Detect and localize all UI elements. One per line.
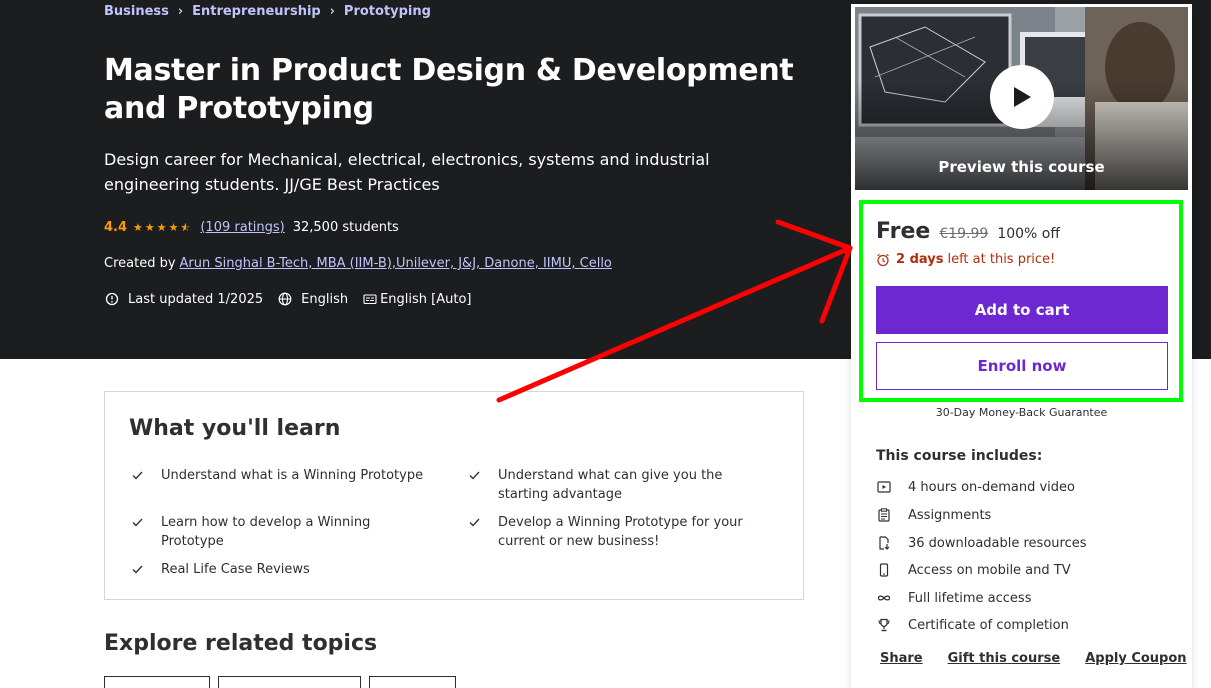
alert-badge-icon xyxy=(104,291,120,307)
check-icon xyxy=(466,466,482,485)
last-updated: Last updated 1/2025 xyxy=(128,291,264,307)
created-by: Created by Arun Singhal B-Tech, MBA (IIM-… xyxy=(104,256,612,271)
breadcrumb-business[interactable]: Business xyxy=(104,4,169,19)
course-language: English xyxy=(301,291,349,307)
created-by-label: Created by xyxy=(104,256,176,271)
topic-pill[interactable] xyxy=(104,676,210,688)
play-icon xyxy=(1014,87,1031,107)
check-icon xyxy=(129,560,145,579)
learn-item-text: Learn how to develop a Winning Prototype xyxy=(161,515,371,549)
ratings-count-link[interactable]: (109 ratings) xyxy=(200,220,284,235)
infinity-icon xyxy=(876,590,892,606)
highlight-box xyxy=(859,200,1183,402)
sidebar-links: Share Gift this course Apply Coupon xyxy=(880,651,1187,666)
topic-pill[interactable] xyxy=(369,676,456,688)
check-icon xyxy=(129,513,145,532)
topic-pill[interactable] xyxy=(218,676,361,688)
gift-course-link[interactable]: Gift this course xyxy=(948,651,1061,666)
learn-item-text: Understand what is a Winning Prototype xyxy=(161,468,424,483)
globe-icon xyxy=(277,291,293,307)
breadcrumb-prototyping[interactable]: Prototyping xyxy=(344,4,431,19)
chevron-right-icon: › xyxy=(329,4,335,19)
chevron-right-icon: › xyxy=(177,4,184,19)
video-icon xyxy=(876,479,892,495)
download-icon xyxy=(876,535,892,551)
include-item: Access on mobile and TV xyxy=(876,562,1071,578)
include-item: 4 hours on-demand video xyxy=(876,479,1075,495)
mobile-icon xyxy=(876,562,892,578)
check-icon xyxy=(129,466,145,485)
course-title: Master in Product Design & Development a… xyxy=(104,53,794,126)
course-meta: Last updated 1/2025 English English [Aut… xyxy=(104,291,486,307)
author-link[interactable]: Arun Singhal B-Tech, MBA (IIM-B),Unileve… xyxy=(180,256,612,271)
what-you-learn-box: What you'll learn Understand what is a W… xyxy=(104,391,804,600)
money-back-guarantee: 30-Day Money-Back Guarantee xyxy=(935,406,1108,419)
breadcrumb-entrepreneurship[interactable]: Entrepreneurship xyxy=(192,4,321,19)
apply-coupon-link[interactable]: Apply Coupon xyxy=(1085,651,1186,666)
learn-item-text: Develop a Winning Prototype for your cur… xyxy=(498,515,743,549)
includes-title: This course includes: xyxy=(876,448,1043,464)
learn-item: Understand what is a Winning Prototype xyxy=(129,466,429,485)
check-icon xyxy=(466,513,482,532)
include-item: Full lifetime access xyxy=(876,590,1031,606)
star-rating-icon: ★★★★☆★ xyxy=(133,221,193,234)
rating-row: 4.4 ★★★★☆★ (109 ratings) 32,500 students xyxy=(104,220,399,235)
breadcrumb: Business › Entrepreneurship › Prototypin… xyxy=(104,4,431,19)
include-item: 36 downloadable resources xyxy=(876,535,1087,551)
learn-item-text: Understand what can give you the startin… xyxy=(498,468,723,502)
course-captions: English [Auto] xyxy=(380,291,472,307)
play-button[interactable] xyxy=(990,65,1054,129)
rating-value: 4.4 xyxy=(104,220,128,235)
course-preview[interactable]: Preview this course xyxy=(855,7,1188,190)
assignment-icon xyxy=(876,507,892,523)
learn-item: Learn how to develop a Winning Prototype xyxy=(129,513,429,551)
learn-item: Develop a Winning Prototype for your cur… xyxy=(466,513,786,551)
preview-label: Preview this course xyxy=(938,158,1105,176)
what-you-learn-title: What you'll learn xyxy=(129,416,341,441)
students-count: 32,500 students xyxy=(292,220,399,235)
trophy-icon xyxy=(876,617,892,633)
include-item: Assignments xyxy=(876,507,991,523)
course-subtitle: Design career for Mechanical, electrical… xyxy=(104,150,710,194)
include-item: Certificate of completion xyxy=(876,617,1069,633)
learn-item-text: Real Life Case Reviews xyxy=(161,562,310,577)
share-link[interactable]: Share xyxy=(880,651,923,666)
closed-captions-icon xyxy=(362,291,378,307)
explore-related-topics-title: Explore related topics xyxy=(104,631,378,656)
learn-item: Real Life Case Reviews xyxy=(129,560,429,579)
learn-item: Understand what can give you the startin… xyxy=(466,466,766,504)
